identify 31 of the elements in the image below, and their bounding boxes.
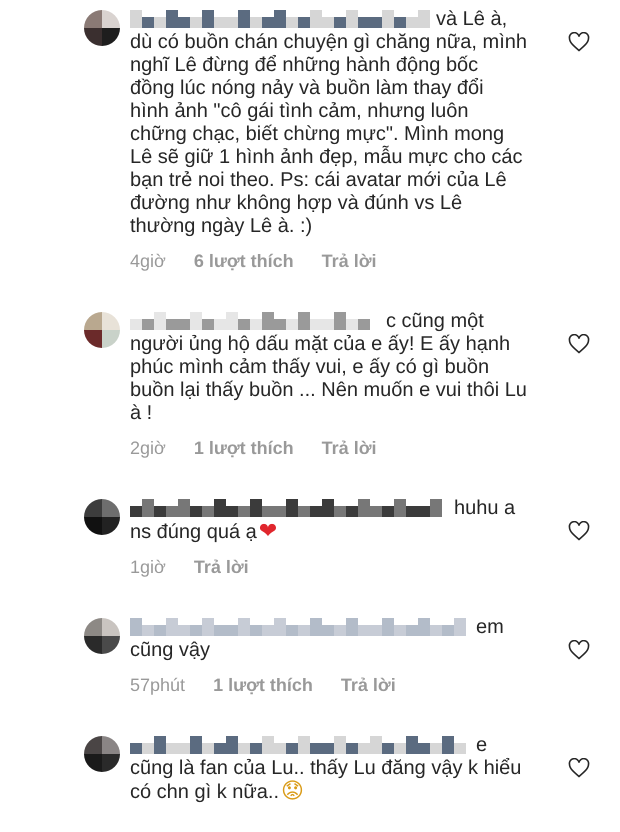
blurred-avatar[interactable] xyxy=(84,10,120,46)
reply-link[interactable]: Trả lời xyxy=(322,437,376,459)
comment-time: 4giờ xyxy=(130,250,166,272)
like-heart-icon[interactable] xyxy=(568,640,590,660)
reply-link[interactable]: Trả lời xyxy=(322,250,376,272)
comment-text: e xyxy=(476,734,488,757)
like-heart-icon[interactable] xyxy=(568,758,590,778)
comment-text: và Lê à, xyxy=(436,8,508,31)
like-heart-icon[interactable] xyxy=(568,521,590,541)
comment-time: 57phút xyxy=(130,674,186,696)
like-heart-icon[interactable] xyxy=(568,32,590,52)
comment-time: 2giờ xyxy=(130,437,166,459)
comment-text: em xyxy=(476,616,504,639)
blurred-avatar[interactable] xyxy=(84,312,120,348)
likes-link[interactable]: 1 lượt thích xyxy=(194,437,294,459)
likes-link[interactable]: 6 lượt thích xyxy=(194,250,294,272)
blurred-avatar[interactable] xyxy=(84,499,120,535)
comment-text: dù có buồn chán chuyện gì chăng nữa, mình nghĩ Lê đừng để những hành động bốc đồng lúc nóng nảy và buồn làm thay đổi hình ảnh "cô gái tình cảm, nhưng luôn chững chạc, biết chừng mực". Mình mong Lê sẽ giữ 1 hình ảnh đẹp, mẫu mực cho các bạn trẻ noi theo. Ps: cái avatar mới của Lê đường như không hợp và đúnh vs Lê thường ngày Lê à. :) xyxy=(130,31,528,237)
comment-text: người ủng hộ dấu mặt của e ấy! E ấy hạnh phúc mình cảm thấy vui, e ấy có gì buồn buồn lại thấy buồn ... Nên muốn e vui thôi Lu à ! xyxy=(130,333,527,424)
blurred-avatar[interactable] xyxy=(84,618,120,654)
comment-time: 1giờ xyxy=(130,556,166,578)
likes-link[interactable]: 1 lượt thích xyxy=(213,674,313,696)
comment-text: c cũng một xyxy=(386,310,484,333)
comment-text: cũng là fan của Lu.. thấy Lu đăng vậy k hiểu có chn gì k nữa..😟 xyxy=(130,757,522,803)
comment-text: cũng vậy xyxy=(130,639,210,661)
reply-link[interactable]: Trả lời xyxy=(194,556,249,578)
blurred-avatar[interactable] xyxy=(84,736,120,772)
like-heart-icon[interactable] xyxy=(568,334,590,354)
reply-link[interactable]: Trả lời xyxy=(340,674,396,696)
comment-text: huhu a xyxy=(454,497,516,520)
comment-text: ns đúng quá ạ❤ xyxy=(130,521,278,543)
